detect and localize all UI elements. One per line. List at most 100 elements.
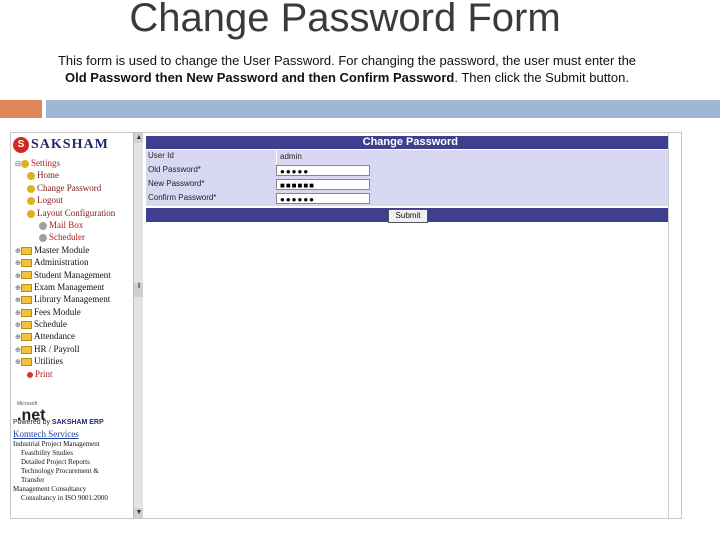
tree-item-logout[interactable]: Logout	[15, 194, 115, 206]
tree-label: Fees Module	[34, 306, 81, 317]
tree-item-settings[interactable]: ⊟ Settings	[15, 157, 115, 169]
tree-item-hr-payroll[interactable]: ⊕ HR / Payroll	[15, 343, 115, 355]
folder-icon	[21, 345, 32, 354]
tree-label: Print	[35, 368, 53, 379]
tree-label: Scheduler	[49, 232, 85, 243]
tree-item-print[interactable]: Print	[15, 368, 115, 380]
tree-label: Library Management	[34, 294, 111, 305]
tree-label: Settings	[31, 158, 61, 168]
tree-item-scheduler[interactable]: Scheduler	[15, 231, 115, 243]
tree-label: Change Password	[37, 182, 102, 193]
tree-item-schedule[interactable]: ⊕ Schedule	[15, 318, 115, 330]
user-id-row: User Id admin	[146, 150, 668, 165]
form-header: Change Password	[146, 136, 668, 149]
form-footer: Submit	[146, 208, 668, 223]
scroll-up-icon[interactable]: ▲	[134, 133, 143, 143]
tree-label: Exam Management	[34, 281, 105, 292]
tree-item-change-password[interactable]: Change Password	[15, 182, 115, 194]
folder-icon	[21, 321, 32, 330]
folder-icon	[21, 308, 32, 317]
tree-item-fees-module[interactable]: ⊕ Fees Module	[15, 306, 115, 318]
user-id-label: User Id	[148, 151, 174, 160]
home-icon	[27, 172, 35, 181]
tree-item-exam-management[interactable]: ⊕ Exam Management	[15, 281, 115, 293]
tree-label: Schedule	[34, 319, 67, 330]
tree-label: Utilities	[34, 356, 63, 367]
tree-item-utilities[interactable]: ⊕ Utilities	[15, 355, 115, 367]
tree-label: Student Management	[34, 269, 111, 280]
tree-item-student-management[interactable]: ⊕ Student Management	[15, 269, 115, 281]
service-item: Detailed Project Reports	[21, 458, 90, 466]
tree-label: Home	[37, 170, 59, 181]
tree-label: Attendance	[34, 331, 75, 342]
folder-icon	[21, 283, 32, 292]
confirm-password-row: Confirm Password* ●●●●●●	[146, 192, 668, 207]
service-item: Technology Procurement &	[21, 467, 99, 475]
confirm-password-field[interactable]: ●●●●●●	[276, 193, 370, 204]
folder-icon	[21, 271, 32, 280]
new-password-label: New Password*	[148, 179, 205, 188]
folder-icon	[21, 259, 32, 268]
service-item: Industrial Project Management	[13, 440, 100, 448]
services-list: Industrial Project Management Feasibilit…	[13, 440, 108, 503]
old-password-field[interactable]: ●●●●●	[276, 165, 370, 176]
tree-item-mail-box[interactable]: Mail Box	[15, 219, 115, 231]
accent-bar-orange	[0, 100, 42, 118]
tree-item-library-management[interactable]: ⊕ Library Management	[15, 293, 115, 305]
powered-brand: SAKSHAM ERP	[51, 419, 104, 426]
tree-label: Layout Configuration	[37, 207, 116, 218]
logo-mark-icon: S	[13, 137, 29, 153]
folder-icon	[21, 296, 32, 305]
new-password-field[interactable]: ■■■■■■	[276, 179, 370, 190]
layout-icon	[27, 209, 35, 218]
mail-icon	[39, 221, 47, 230]
powered-by: Powered by SAKSHAM ERP	[13, 419, 104, 426]
scheduler-icon	[39, 234, 47, 243]
desc-bold-1: Old Password then New Password and then …	[65, 70, 455, 85]
scroll-down-icon[interactable]: ▼	[134, 508, 143, 518]
settings-gear-icon	[21, 159, 29, 168]
folder-icon	[21, 333, 32, 342]
app-screenshot: S SAKSHAM ⊟ Settings Home Change Password…	[10, 132, 682, 519]
service-item: Consultancy in ISO 9001:2000	[21, 494, 108, 502]
tree-label: Administration	[34, 257, 89, 268]
tree-item-home[interactable]: Home	[15, 169, 115, 181]
desc-text-2: . Then click the Submit button.	[454, 70, 629, 85]
change-password-panel: Change Password User Id admin Old Passwo…	[146, 133, 668, 518]
left-scrollbar[interactable]: ▲ ‖ ▼	[133, 133, 143, 518]
tree-item-attendance[interactable]: ⊕ Attendance	[15, 330, 115, 342]
service-item: Transfer	[21, 476, 45, 484]
old-password-label: Old Password*	[148, 165, 201, 174]
powered-by-text: Powered by	[13, 419, 50, 426]
tree-label: Mail Box	[49, 219, 84, 230]
print-icon	[27, 371, 33, 378]
logout-icon	[27, 197, 35, 206]
saksham-logo: S SAKSHAM	[13, 137, 125, 155]
old-password-row: Old Password* ●●●●●	[146, 164, 668, 179]
tree-label: Master Module	[34, 244, 90, 255]
nav-tree: ⊟ Settings Home Change Password Logout La…	[15, 157, 115, 380]
right-scrollbar[interactable]	[668, 133, 681, 518]
komtech-link[interactable]: Komtech Services	[13, 429, 79, 439]
user-id-cell	[276, 150, 669, 164]
new-password-row: New Password* ■■■■■■	[146, 178, 668, 193]
service-item: Feasibility Studies	[21, 449, 73, 457]
tree-item-layout-configuration[interactable]: Layout Configuration	[15, 207, 115, 219]
accent-bar-blue	[46, 100, 720, 118]
logo-word: SAKSHAM	[31, 137, 109, 152]
tree-label: HR / Payroll	[34, 343, 80, 354]
folder-icon	[21, 246, 32, 255]
user-id-value: admin	[280, 152, 302, 161]
submit-button[interactable]: Submit	[388, 209, 428, 223]
key-icon	[27, 184, 35, 193]
tree-item-master-module[interactable]: ⊕ Master Module	[15, 244, 115, 256]
scroll-thumb[interactable]: ‖	[134, 283, 143, 297]
slide-description: This form is used to change the User Pas…	[52, 52, 642, 86]
tree-item-administration[interactable]: ⊕ Administration	[15, 256, 115, 268]
folder-icon	[21, 358, 32, 367]
confirm-password-label: Confirm Password*	[148, 193, 217, 202]
slide-title: Change Password Form	[129, 0, 561, 40]
left-navigation-panel: S SAKSHAM ⊟ Settings Home Change Password…	[11, 133, 143, 518]
service-item: Management Consultancy	[13, 485, 87, 493]
tree-label: Logout	[37, 195, 63, 206]
